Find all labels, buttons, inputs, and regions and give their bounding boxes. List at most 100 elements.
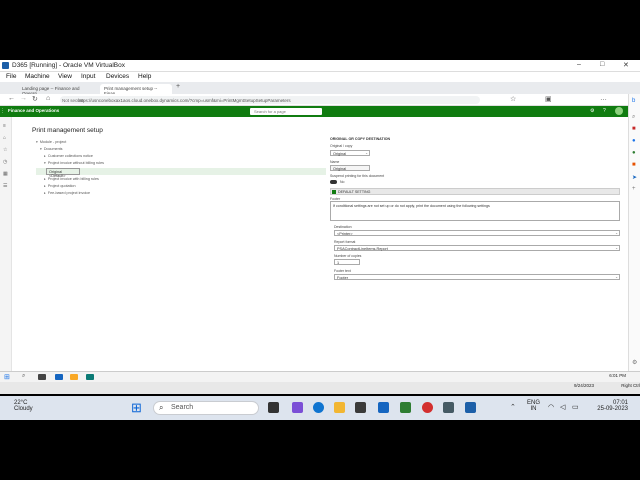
excel-icon[interactable]: [400, 402, 411, 413]
footer2-select[interactable]: Footer ⌄: [334, 274, 620, 280]
menu-devices[interactable]: Devices: [106, 73, 129, 80]
office-icon[interactable]: ●: [632, 150, 636, 156]
chevron-down-icon: ⌄: [365, 151, 368, 155]
weather-widget[interactable]: 22°C Cloudy: [14, 400, 33, 412]
games-icon[interactable]: ●: [632, 138, 636, 144]
home-icon[interactable]: ⌂: [46, 95, 50, 102]
select-value: Footer: [337, 275, 348, 280]
workspaces-icon[interactable]: ▦: [3, 171, 8, 177]
tree-node-original[interactable]: Original <Default>: [46, 168, 80, 178]
suspend-toggle[interactable]: [330, 180, 337, 184]
tools-icon[interactable]: ■: [632, 126, 636, 132]
tab-print-management[interactable]: Print management setup -- Finan: [100, 84, 172, 96]
task-view-icon[interactable]: [38, 374, 46, 380]
menu-help[interactable]: Help: [138, 73, 151, 80]
settings-icon[interactable]: ⚙: [590, 108, 594, 114]
tree-node-collections[interactable]: ▸ Customer collections notice: [44, 154, 93, 158]
task-view-icon[interactable]: [268, 402, 279, 413]
tree-node-module[interactable]: ▾ Module - project: [36, 140, 66, 144]
search-icon[interactable]: ⌕: [632, 114, 635, 121]
battery-icon[interactable]: ▭: [572, 403, 579, 411]
modules-icon[interactable]: ☰: [3, 183, 7, 189]
menu-view[interactable]: View: [58, 73, 72, 80]
checkbox-icon[interactable]: [332, 190, 336, 194]
content-area: [0, 117, 628, 371]
tree-label: Project invoice without billing rules: [47, 161, 105, 165]
new-tab-icon[interactable]: +: [176, 83, 180, 90]
send-icon[interactable]: ➤: [632, 174, 637, 181]
guest-time: 6:01 PM: [609, 373, 626, 378]
tree-label: Fee-based project invoice: [47, 191, 91, 195]
tree-node-documents[interactable]: ▾ Documents: [40, 147, 63, 151]
store-icon[interactable]: [355, 402, 366, 413]
host-key: Right Ctrl: [621, 383, 640, 388]
tree-node-fee-based[interactable]: ▸ Fee-based project invoice: [44, 191, 90, 195]
tree-node-quotation[interactable]: ▸ Project quotation: [44, 184, 76, 188]
page-search-input[interactable]: Search for a page: [250, 108, 322, 115]
outlook-icon[interactable]: ■: [632, 162, 636, 168]
language-indicator[interactable]: ENG IN: [527, 400, 540, 412]
destination-select[interactable]: <Printer> ⌄: [334, 230, 620, 236]
close-icon[interactable]: ✕: [623, 61, 629, 69]
copies-label: Number of copies: [334, 254, 362, 258]
browser-icon[interactable]: [86, 374, 94, 380]
windows-start-icon[interactable]: ⊞: [131, 400, 142, 416]
settings-icon[interactable]: ⚙: [632, 359, 637, 366]
taskbar-search[interactable]: ⌕ Search: [153, 401, 259, 415]
folder-icon[interactable]: [70, 374, 78, 380]
wifi-icon[interactable]: ◠: [548, 403, 554, 411]
edge-icon[interactable]: [313, 402, 324, 413]
back-icon[interactable]: ←: [8, 95, 15, 102]
vm-title-bar: D365 [Running] - Oracle VM VirtualBox – …: [0, 60, 640, 72]
menu-machine[interactable]: Machine: [25, 73, 50, 80]
home-icon[interactable]: ⌂: [3, 135, 6, 141]
vm-status-bar: 9/24/2023 Right Ctrl: [0, 382, 640, 394]
collections-icon[interactable]: ▣: [545, 95, 552, 103]
add-icon[interactable]: +: [632, 186, 636, 192]
avatar[interactable]: [615, 107, 623, 115]
nav-rail: ≡ ⌂ ☆ ◷ ▦ ☰: [0, 117, 12, 371]
minimize-icon[interactable]: –: [577, 61, 581, 68]
chevron-down-icon: ⌄: [615, 275, 618, 279]
menu-input[interactable]: Input: [81, 73, 95, 80]
hamburger-icon[interactable]: ≡: [3, 123, 6, 129]
maximize-icon[interactable]: □: [600, 61, 604, 68]
favorites-icon[interactable]: ☆: [510, 95, 516, 103]
search-icon[interactable]: ⌕: [22, 373, 25, 380]
help-icon[interactable]: ?: [603, 108, 606, 114]
report-format-select[interactable]: PSAContractLineItems.Report ⌄: [334, 245, 620, 251]
edge-icon[interactable]: [55, 374, 63, 380]
tree-label: Customer collections notice: [47, 154, 93, 158]
mail-icon[interactable]: [378, 402, 389, 413]
start-icon[interactable]: ⊞: [4, 373, 10, 381]
volume-icon[interactable]: ◁: [560, 403, 565, 411]
d365-nav-bar: ⋮ Finance and Operations Search for a pa…: [0, 106, 628, 117]
app-icon[interactable]: [443, 402, 454, 413]
more-icon[interactable]: …: [600, 95, 607, 102]
name-field[interactable]: Original: [330, 165, 370, 171]
tab-landing[interactable]: Landing page -- Finance and Operati: [18, 84, 96, 96]
copies-input[interactable]: 1: [334, 259, 360, 265]
footer-textarea[interactable]: If conditional settings are not set up o…: [330, 201, 620, 221]
file-explorer-icon[interactable]: [334, 402, 345, 413]
virtualbox-icon[interactable]: [465, 402, 476, 413]
clock[interactable]: 07:01 25-09-2023: [597, 400, 628, 412]
favorites-icon[interactable]: ☆: [3, 147, 7, 153]
teams-icon[interactable]: [292, 402, 303, 413]
chrome-icon[interactable]: [422, 402, 433, 413]
tree-node-invoice-with[interactable]: ▸ Project invoice with billing rules: [44, 177, 99, 181]
app-launcher-icon[interactable]: ⋮: [0, 108, 5, 114]
tree-node-invoice-without[interactable]: ▾ Project invoice without billing rules: [44, 161, 104, 165]
recent-icon[interactable]: ◷: [3, 159, 7, 165]
bing-icon[interactable]: b: [632, 98, 635, 104]
chevron-up-icon[interactable]: ⌃: [510, 403, 516, 411]
refresh-icon[interactable]: ↻: [32, 95, 38, 103]
default-setting-bar[interactable]: DEFAULT SETTING: [330, 188, 620, 195]
forward-icon[interactable]: →: [20, 95, 27, 102]
original-copy-select[interactable]: Original ⌄: [330, 150, 370, 156]
address-bar-row: ← → ↻ ⌂ Not secure https://usnconeboxax1…: [0, 94, 640, 106]
vm-menu-bar: File Machine View Input Devices Help: [0, 72, 640, 82]
url-field[interactable]: Not secure https://usnconeboxax1aos.clou…: [60, 96, 480, 104]
section-header: ORIGINAL OR COPY DESTINATION: [330, 137, 391, 141]
menu-file[interactable]: File: [6, 73, 16, 80]
